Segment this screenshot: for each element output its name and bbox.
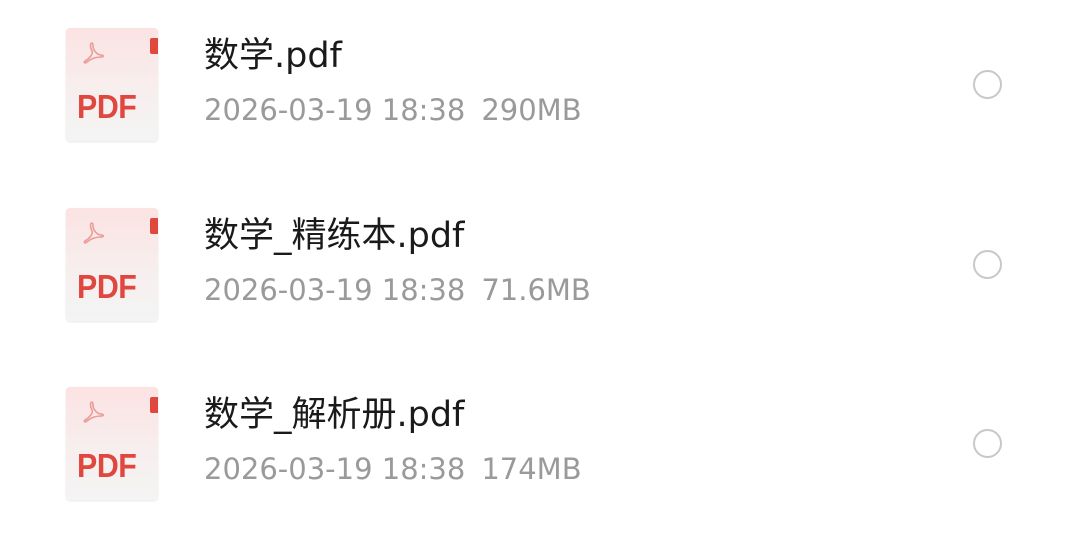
- file-date: 2026-03-19 18:38: [204, 452, 466, 486]
- acrobat-icon: [83, 401, 105, 423]
- select-radio-button[interactable]: [973, 70, 1002, 99]
- file-name: 数学_解析册.pdf: [204, 395, 465, 435]
- file-list: PDF 数学.pdf 2026-03-19 18:38 290MB PDF 数学_…: [0, 0, 1080, 533]
- file-size: 290MB: [481, 93, 582, 127]
- pdf-icon-label: PDF: [77, 268, 137, 305]
- pdf-corner-tab: [150, 38, 158, 54]
- pdf-file-icon: PDF: [66, 208, 158, 321]
- acrobat-icon: [83, 42, 105, 64]
- pdf-icon-label: PDF: [77, 88, 137, 125]
- file-meta: 2026-03-19 18:38 71.6MB: [204, 272, 591, 308]
- pdf-file-icon: PDF: [66, 28, 158, 141]
- file-list-item[interactable]: PDF 数学_精练本.pdf 2026-03-19 18:38 71.6MB: [0, 208, 1080, 328]
- file-list-item[interactable]: PDF 数学.pdf 2026-03-19 18:38 290MB: [0, 28, 1080, 148]
- file-name: 数学.pdf: [204, 36, 342, 76]
- acrobat-icon: [83, 222, 105, 244]
- select-radio-button[interactable]: [973, 250, 1002, 279]
- file-date: 2026-03-19 18:38: [204, 273, 466, 307]
- pdf-corner-tab: [150, 397, 158, 413]
- file-name: 数学_精练本.pdf: [204, 216, 465, 256]
- file-meta: 2026-03-19 18:38 174MB: [204, 451, 582, 487]
- file-meta: 2026-03-19 18:38 290MB: [204, 92, 582, 128]
- pdf-corner-tab: [150, 218, 158, 234]
- file-list-item[interactable]: PDF 数学_解析册.pdf 2026-03-19 18:38 174MB: [0, 387, 1080, 507]
- file-size: 71.6MB: [481, 273, 591, 307]
- pdf-file-icon: PDF: [66, 387, 158, 500]
- file-date: 2026-03-19 18:38: [204, 93, 466, 127]
- pdf-icon-label: PDF: [77, 447, 137, 484]
- select-radio-button[interactable]: [973, 429, 1002, 458]
- file-size: 174MB: [481, 452, 582, 486]
